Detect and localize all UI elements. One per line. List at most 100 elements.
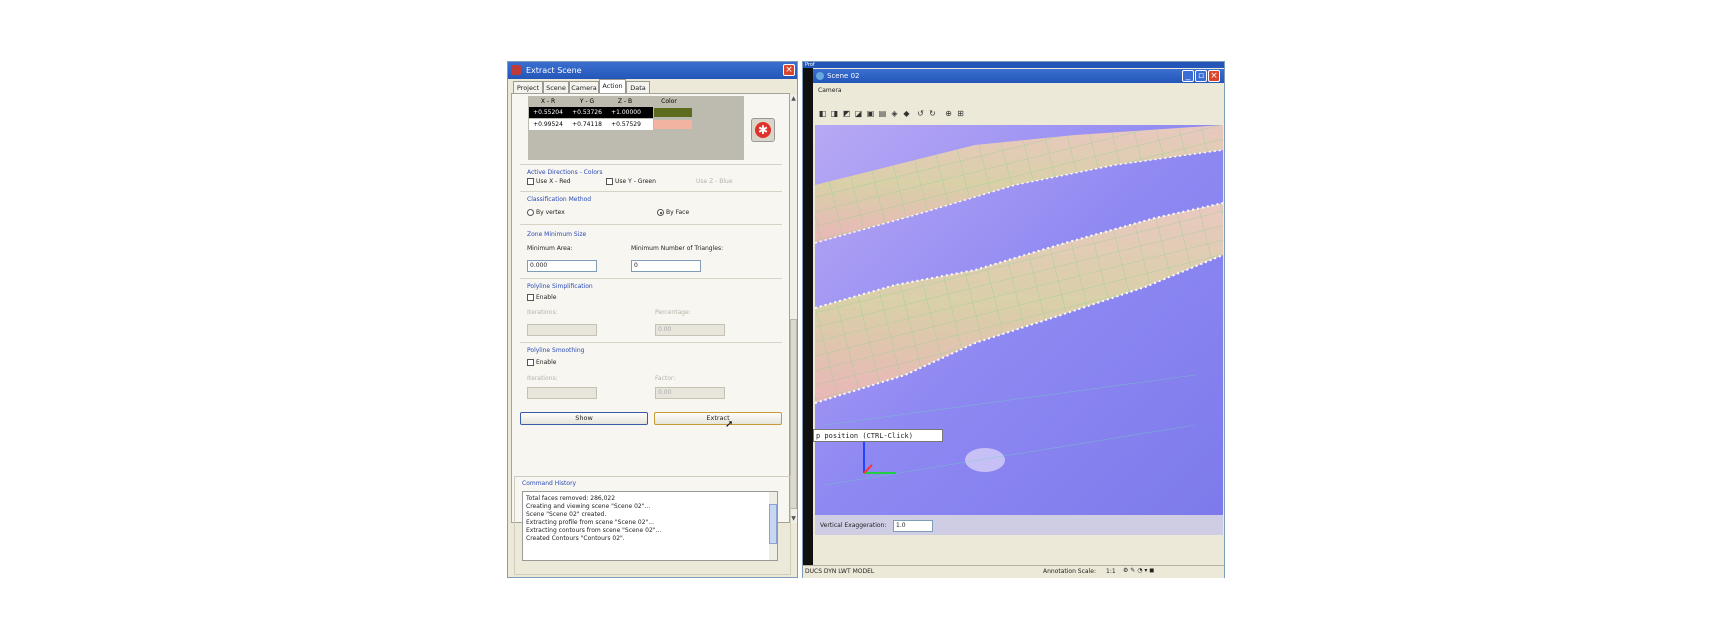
scene-viewport[interactable] xyxy=(815,125,1223,515)
zoom-in-icon[interactable]: ⊕ xyxy=(944,109,953,118)
by-face-label: By Face xyxy=(666,209,690,216)
zone-minimum-title: Zone Minimum Size xyxy=(527,231,587,238)
command-line[interactable]: p position (CTRL-Click) xyxy=(813,429,943,442)
scroll-down-icon[interactable]: ▼ xyxy=(790,515,797,522)
show-button[interactable]: Show xyxy=(520,412,648,425)
annotation-scale-value[interactable]: 1:1 xyxy=(1106,568,1116,575)
remove-direction-button[interactable]: ✱ xyxy=(751,118,775,142)
scene-icon xyxy=(816,72,824,80)
smoothing-iterations-input[interactable] xyxy=(527,387,597,399)
smoothing-factor-label: Factor: xyxy=(655,375,676,382)
tab-project[interactable]: Project xyxy=(513,81,543,93)
remove-icon: ✱ xyxy=(755,122,771,138)
view-right-icon[interactable]: ◪ xyxy=(854,109,863,118)
view-iso-icon[interactable]: ◈ xyxy=(890,109,899,118)
command-history-title: Command History xyxy=(522,480,577,487)
autocad-window: Prof Scene 02 _ ▫ × Camera ◧ ◨ ◩ ◪ ▣ ▤ ◈… xyxy=(802,61,1225,578)
tab-data[interactable]: Data xyxy=(626,81,650,93)
panel-titlebar[interactable]: Extract Scene × xyxy=(508,62,797,79)
grid-row-2-x: +0.99524 xyxy=(533,121,563,128)
annotation-scale-label: Annotation Scale: xyxy=(1043,568,1096,575)
use-y-checkbox[interactable] xyxy=(606,178,613,185)
view-left-icon[interactable]: ◩ xyxy=(842,109,851,118)
active-directions-title: Active Directions - Colors xyxy=(527,169,603,176)
app-icon xyxy=(511,65,521,75)
grid-row-2-color-swatch[interactable] xyxy=(654,120,692,129)
simplification-enable-label: Enable xyxy=(536,294,557,301)
rotate-left-icon[interactable]: ↺ xyxy=(916,109,925,118)
grid-header-y: Y - G xyxy=(579,98,595,105)
minimum-area-input[interactable]: 0.000 xyxy=(527,260,597,272)
simplification-iterations-label: Iterations: xyxy=(527,309,558,316)
side-strip xyxy=(803,68,813,568)
extract-scene-panel: Extract Scene × Project Scene Camera Act… xyxy=(507,61,798,578)
status-tray-icons[interactable]: ⚙ ✎ ◔ ▾ ◼ xyxy=(1123,567,1154,574)
smoothing-enable-label: Enable xyxy=(536,359,557,366)
mouse-cursor-icon: ➚ xyxy=(725,419,734,430)
panel-scrollbar-thumb[interactable] xyxy=(790,319,797,509)
minimum-triangles-input[interactable]: 0 xyxy=(631,260,701,272)
simplification-title: Polyline Simplification xyxy=(527,283,593,290)
minimize-button[interactable]: _ xyxy=(1182,70,1194,82)
tab-camera[interactable]: Camera xyxy=(569,81,599,93)
scroll-up-icon[interactable]: ▲ xyxy=(790,95,797,102)
scene-close-button[interactable]: × xyxy=(1208,70,1220,82)
history-line-3: Scene "Scene 02" created. xyxy=(526,511,607,518)
view-persp-icon[interactable]: ◆ xyxy=(902,109,911,118)
action-tab-body: X - R Y - G Z - B Color +0.55204 +0.5372… xyxy=(511,93,790,523)
minimum-triangles-label: Minimum Number of Triangles: xyxy=(631,245,724,252)
grid-row-1-color-swatch[interactable] xyxy=(654,108,692,117)
history-line-2: Creating and viewing scene "Scene 02"... xyxy=(526,503,651,510)
scene-titlebar[interactable]: Scene 02 _ ▫ × xyxy=(813,69,1224,83)
grid-row-2-z: +0.57529 xyxy=(611,121,641,128)
tab-action[interactable]: Action xyxy=(599,79,626,93)
outer-titlebar[interactable] xyxy=(803,62,1224,68)
view-back-icon[interactable]: ◨ xyxy=(830,109,839,118)
panel-title: Extract Scene xyxy=(526,66,582,75)
by-vertex-radio[interactable] xyxy=(527,209,534,216)
by-vertex-label: By vertex xyxy=(536,209,565,216)
smoothing-title: Polyline Smoothing xyxy=(527,347,585,354)
tab-scene[interactable]: Scene xyxy=(543,81,569,93)
by-face-radio[interactable] xyxy=(657,209,664,216)
simplification-iterations-input[interactable] xyxy=(527,324,597,336)
command-history-list[interactable]: Total faces removed: 286,022 Creating an… xyxy=(522,491,778,561)
simplification-enable-checkbox[interactable] xyxy=(527,294,534,301)
panel-scrollbar[interactable]: ▲ ▼ xyxy=(790,95,797,523)
view-top-icon[interactable]: ▣ xyxy=(866,109,875,118)
simplification-percentage-label: Percentage: xyxy=(655,309,691,316)
use-x-label: Use X - Red xyxy=(536,178,571,185)
smoothing-factor-input[interactable]: 0.00 xyxy=(655,387,725,399)
scene-title: Scene 02 xyxy=(827,72,860,80)
camera-menu[interactable]: Camera xyxy=(818,87,842,94)
history-line-5: Extracting contours from scene "Scene 02… xyxy=(526,527,662,534)
history-line-6: Created Contours "Contours 02". xyxy=(526,535,625,542)
smoothing-iterations-label: Iterations: xyxy=(527,375,558,382)
minimum-area-label: Minimum Area: xyxy=(527,245,573,252)
extract-button[interactable]: Extract xyxy=(654,412,782,425)
use-y-label: Use Y - Green xyxy=(615,178,656,185)
command-line-text: p position (CTRL-Click) xyxy=(816,432,913,440)
grid-header-x: X - R xyxy=(540,98,556,105)
rotate-right-icon[interactable]: ↻ xyxy=(928,109,937,118)
status-left[interactable]: DUCS DYN LWT MODEL xyxy=(805,568,874,575)
use-z-label: Use Z - Blue xyxy=(696,178,733,185)
panel-close-button[interactable]: × xyxy=(783,64,795,76)
grid-row-1-x: +0.55204 xyxy=(533,109,563,116)
zoom-fit-icon[interactable]: ⊞ xyxy=(956,109,965,118)
grid-header-z: Z - B xyxy=(617,98,633,105)
smoothing-enable-checkbox[interactable] xyxy=(527,359,534,366)
status-bar: DUCS DYN LWT MODEL Annotation Scale: 1:1… xyxy=(803,565,1224,578)
maximize-button[interactable]: ▫ xyxy=(1195,70,1207,82)
simplification-percentage-input[interactable]: 0.00 xyxy=(655,324,725,336)
view-front-icon[interactable]: ◧ xyxy=(818,109,827,118)
view-bottom-icon[interactable]: ▤ xyxy=(878,109,887,118)
history-line-4: Extracting profile from scene "Scene 02"… xyxy=(526,519,654,526)
use-x-checkbox[interactable] xyxy=(527,178,534,185)
grid-row-1-z: +1.00000 xyxy=(611,109,641,116)
history-scrollbar[interactable] xyxy=(769,492,777,560)
history-scrollbar-thumb[interactable] xyxy=(769,504,777,544)
vertical-exaggeration-select[interactable]: 1.0 xyxy=(893,520,933,532)
vertical-exaggeration-label: Vertical Exaggeration: xyxy=(820,522,887,529)
history-line-1: Total faces removed: 286,022 xyxy=(526,495,616,502)
